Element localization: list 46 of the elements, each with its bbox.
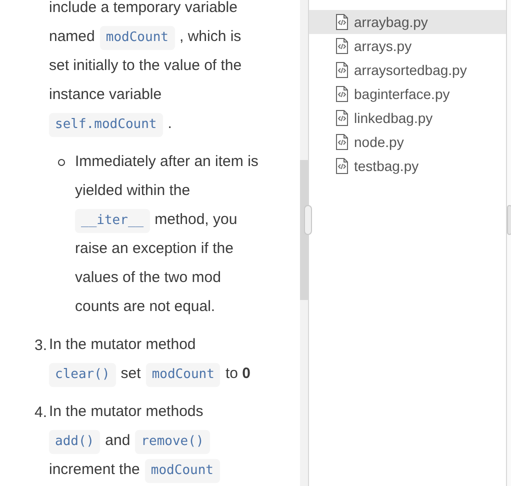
splitter-handle[interactable] [304, 205, 312, 235]
file-item[interactable]: arraysortedbag.py [309, 58, 506, 82]
scrollbar-track[interactable] [300, 0, 308, 486]
code-file-icon [336, 110, 348, 126]
inline-code: __iter__ [75, 208, 150, 232]
list-number: 4. [34, 403, 47, 423]
bullet-icon [58, 159, 65, 166]
body-text: , which is [180, 27, 242, 48]
body-text: named [49, 27, 95, 48]
body-text: include a temporary variable [49, 0, 238, 18]
code-file-icon [336, 134, 348, 150]
code-file-icon [336, 86, 348, 102]
file-item[interactable]: baginterface.py [309, 82, 506, 106]
body-text: instance variable [49, 85, 162, 106]
code-file-icon [336, 14, 348, 30]
body-text: values of the two mod [75, 268, 221, 288]
list-number: 3. [34, 336, 47, 356]
inline-code: clear() [49, 362, 116, 386]
code-file-icon [336, 158, 348, 174]
code-file-icon [336, 38, 348, 54]
body-text: Immediately after an item is [75, 152, 258, 172]
inline-code: add() [49, 430, 100, 454]
inline-code: self.modCount [49, 112, 163, 136]
body-text: method, you [154, 210, 238, 230]
file-item[interactable]: arrays.py [309, 34, 506, 58]
inline-code: modCount [146, 362, 220, 386]
body-text: raise an exception if the [75, 239, 234, 260]
body-text: and [105, 431, 130, 452]
body-text: to 0 [225, 364, 250, 384]
file-item[interactable]: node.py [309, 130, 506, 154]
body-text: counts are not equal. [75, 297, 216, 318]
body-text: increment the [49, 460, 140, 480]
body-text: set initially to the value of the [49, 56, 242, 76]
inline-code: modCount [144, 458, 220, 482]
file-item[interactable]: linkedbag.py [309, 106, 506, 130]
body-text: yielded within the [75, 181, 190, 202]
body-text: set [120, 364, 141, 384]
inline-code: modCount [100, 26, 174, 50]
body-text: . [168, 114, 172, 134]
body-text: In the mutator methods [49, 402, 204, 422]
body-text: In the mutator method [49, 335, 196, 356]
code-file-icon [336, 62, 348, 78]
file-item[interactable]: arraybag.py [309, 10, 506, 34]
file-item[interactable]: testbag.py [309, 154, 506, 178]
inline-code: remove() [135, 430, 210, 454]
scrollbar-thumb[interactable] [300, 160, 308, 300]
